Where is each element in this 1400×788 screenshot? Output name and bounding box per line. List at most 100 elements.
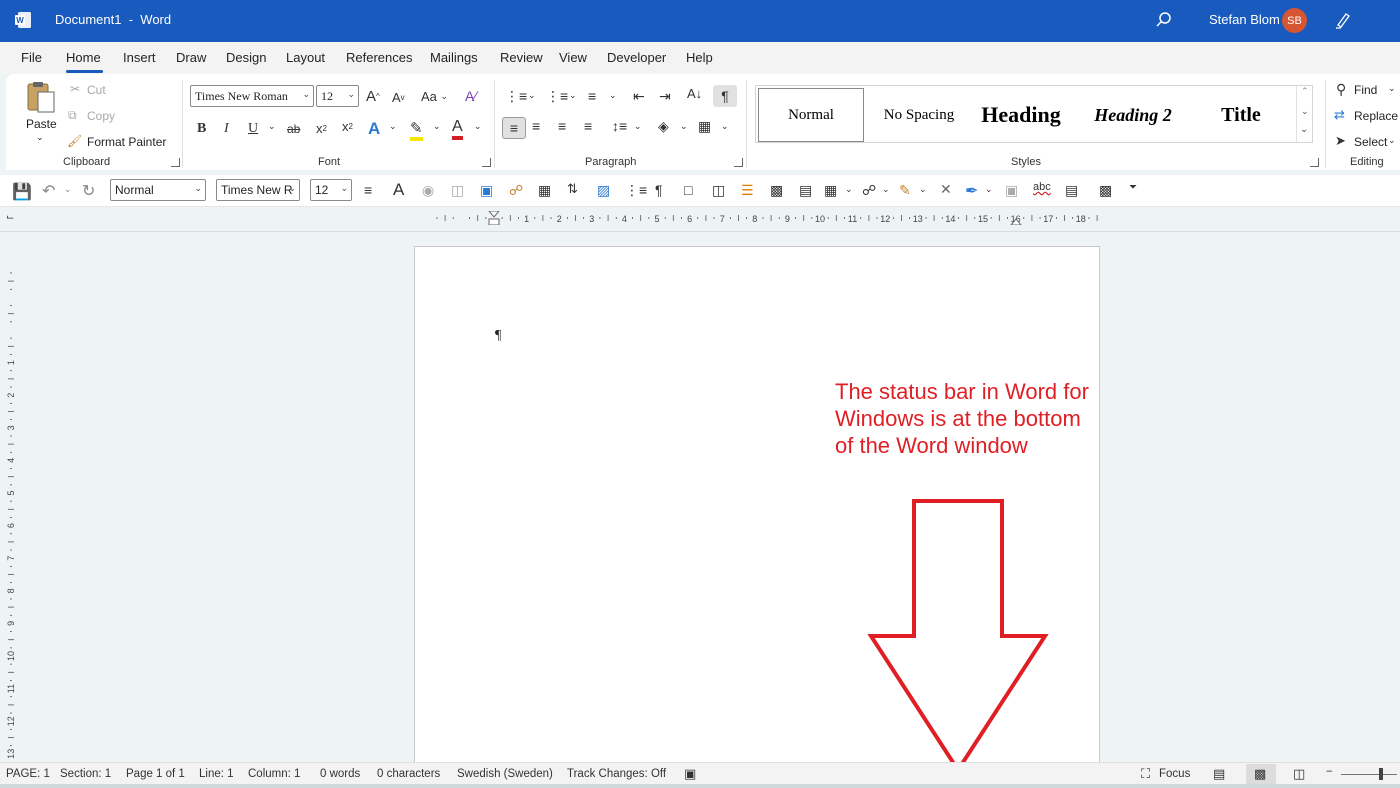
tab-references[interactable]: References — [346, 50, 412, 65]
save-icon[interactable]: 💾 — [12, 182, 32, 202]
align-left-button[interactable]: ≡ — [502, 117, 526, 139]
status-track-changes[interactable]: Track Changes: Off — [567, 768, 666, 780]
underline-button[interactable]: U — [248, 121, 258, 137]
borders-dropdown-icon[interactable]: ⌄ — [721, 121, 729, 132]
paragraph-mark-icon[interactable]: ¶ — [655, 182, 663, 198]
status-words[interactable]: 0 words — [320, 768, 360, 780]
zoom-out-icon[interactable]: − — [1326, 766, 1333, 778]
style-no-spacing[interactable]: No Spacing — [866, 88, 972, 142]
bold-button[interactable]: B — [197, 121, 206, 137]
styles-launcher-icon[interactable] — [1310, 158, 1319, 167]
cut-button[interactable]: Cut — [87, 83, 106, 97]
multilevel-list-icon[interactable]: ≡ — [588, 88, 596, 104]
styles-pane-icon[interactable]: ≡ — [364, 182, 372, 198]
text-effects-dropdown-icon[interactable]: ⌄ — [389, 121, 397, 132]
paste-icon[interactable] — [24, 80, 58, 116]
font-dialog-icon[interactable]: A — [393, 180, 404, 200]
tab-file[interactable]: File — [21, 50, 42, 65]
insert-table-icon[interactable]: ▦ — [824, 182, 837, 199]
gallery-more-icon[interactable]: ⌄ — [1300, 124, 1308, 135]
find-icon[interactable]: ⚲ — [1336, 81, 1346, 98]
show-formatting-marks-button[interactable]: ¶ — [713, 85, 737, 107]
justify-icon[interactable]: ≡ — [584, 118, 592, 134]
align-right-icon[interactable]: ≡ — [558, 118, 566, 134]
table-select-icon[interactable]: ▦ — [538, 182, 551, 199]
increase-indent-icon[interactable]: ⇥ — [659, 88, 671, 105]
indent-marker[interactable] — [488, 211, 500, 225]
qat-font-combo[interactable]: Times New R ⌄ — [216, 179, 300, 201]
shading-dropdown-icon[interactable]: ⌄ — [680, 121, 688, 132]
quick-parts-icon[interactable]: ☍ — [509, 182, 523, 199]
picture-icon[interactable]: ◫ — [451, 182, 464, 199]
word-logo-icon[interactable]: W — [14, 11, 32, 29]
format-painter-button[interactable]: Format Painter — [87, 135, 166, 149]
italic-button[interactable]: I — [224, 121, 229, 137]
spelling-icon[interactable]: abc — [1033, 181, 1051, 193]
print-layout-icon[interactable]: ▩ — [1099, 182, 1112, 199]
tab-review[interactable]: Review — [500, 50, 543, 65]
user-name[interactable]: Stefan Blom — [1209, 12, 1280, 27]
line-numbers-icon[interactable]: ☰ — [741, 182, 754, 199]
zoom-slider[interactable] — [1341, 774, 1397, 775]
draw-dropdown-icon[interactable]: ⌄ — [985, 184, 993, 195]
line-spacing-dropdown-icon[interactable]: ⌄ — [634, 121, 642, 132]
tab-selector-icon[interactable]: ⌙ — [6, 212, 14, 223]
shape-icon[interactable]: ◉ — [422, 182, 434, 199]
qat-size-combo[interactable]: 12 ⌄ — [310, 179, 352, 201]
link-icon[interactable]: ☍ — [862, 182, 876, 199]
web-layout-icon[interactable]: ◫ — [1293, 766, 1305, 782]
numbering-dropdown-icon[interactable]: ⌄ — [569, 90, 577, 101]
font-color-icon[interactable]: A — [452, 118, 463, 140]
insert-picture-icon[interactable]: ◫ — [712, 182, 725, 199]
paste-dropdown-icon[interactable]: ⌄ — [36, 132, 44, 143]
style-heading-2[interactable]: Heading 2 — [1080, 88, 1186, 142]
clear-formatting-icon[interactable]: A∕ — [465, 88, 477, 104]
pen-icon[interactable] — [1333, 10, 1353, 30]
decrease-indent-icon[interactable]: ⇤ — [633, 88, 645, 105]
vertical-ruler[interactable]: 12345678910111213 — [4, 248, 18, 760]
tab-view[interactable]: View — [559, 50, 587, 65]
avatar[interactable]: SB — [1282, 8, 1307, 33]
select-icon[interactable]: ➤ — [1335, 133, 1346, 149]
zoom-slider-thumb[interactable] — [1379, 768, 1383, 780]
undo-dropdown-icon[interactable]: ⌄ — [64, 184, 72, 195]
sort-qat-icon[interactable]: ⇅ — [567, 181, 578, 197]
font-launcher-icon[interactable] — [482, 158, 491, 167]
read-mode-icon[interactable]: ▤ — [1213, 766, 1225, 782]
bullets-icon[interactable]: ⋮≡ — [505, 88, 527, 105]
undo-icon[interactable]: ↶ — [42, 181, 55, 201]
status-line[interactable]: Line: 1 — [199, 768, 234, 780]
underline-dropdown-icon[interactable]: ⌄ — [268, 121, 276, 132]
font-name-combo[interactable]: Times New Roman ⌄ — [190, 85, 314, 107]
tab-home[interactable]: Home — [66, 50, 101, 65]
word-count-icon[interactable]: ▤ — [1065, 182, 1078, 199]
select-dropdown-icon[interactable]: ⌄ — [1388, 135, 1396, 146]
status-page[interactable]: PAGE: 1 — [6, 768, 50, 780]
status-column[interactable]: Column: 1 — [248, 768, 300, 780]
style-title[interactable]: Title — [1188, 88, 1294, 142]
status-section[interactable]: Section: 1 — [60, 768, 111, 780]
highlight-dropdown-icon[interactable]: ⌄ — [433, 121, 441, 132]
style-heading[interactable]: Heading — [968, 88, 1074, 142]
draw-pen-icon[interactable]: ✒ — [965, 181, 978, 201]
status-characters[interactable]: 0 characters — [377, 768, 440, 780]
tab-developer[interactable]: Developer — [607, 50, 666, 65]
tab-mailings[interactable]: Mailings — [430, 50, 478, 65]
numbering-icon[interactable]: ⋮≡ — [546, 88, 568, 105]
compare-icon[interactable]: ▣ — [1005, 182, 1018, 199]
tab-insert[interactable]: Insert — [123, 50, 156, 65]
status-page-of[interactable]: Page 1 of 1 — [126, 768, 185, 780]
highlighter-icon[interactable]: ✎ — [899, 182, 911, 199]
sort-icon[interactable]: A↓ — [687, 86, 702, 101]
grow-font-icon[interactable]: A ^ — [366, 88, 380, 105]
superscript-icon[interactable]: x2 — [342, 119, 353, 134]
align-center-icon[interactable]: ≡ — [532, 118, 540, 134]
paragraph-launcher-icon[interactable] — [734, 158, 743, 167]
replace-button[interactable]: Replace — [1354, 109, 1398, 123]
accessibility-icon[interactable]: ▣ — [684, 766, 696, 782]
text-box-icon[interactable]: ▣ — [480, 182, 493, 199]
font-size-combo[interactable]: 12 ⌄ — [316, 85, 359, 107]
font-color-dropdown-icon[interactable]: ⌄ — [474, 121, 482, 132]
strikethrough-button[interactable]: ab — [287, 122, 300, 136]
qat-style-combo[interactable]: Normal ⌄ — [110, 179, 206, 201]
